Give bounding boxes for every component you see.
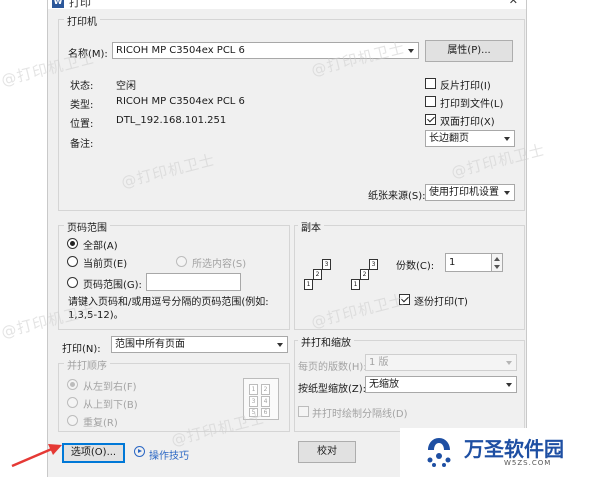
type-label: 类型: bbox=[70, 100, 94, 111]
play-circle-icon[interactable] bbox=[134, 446, 145, 457]
title-bar: W 打印 ✕ bbox=[48, 0, 526, 9]
page-range-hint: 请键入页码和/或用逗号分隔的页码范围(例如: 1,3,5-12)。 bbox=[68, 297, 269, 321]
copies-count-input[interactable]: 1 bbox=[445, 253, 492, 272]
collate-label[interactable]: 逐份打印(T) bbox=[414, 293, 468, 308]
printer-name-select[interactable]: RICOH MP C3504ex PCL 6 bbox=[112, 42, 419, 59]
spin-up-icon[interactable] bbox=[494, 257, 500, 261]
zoom-group-title: 并打和缩放 bbox=[298, 334, 354, 349]
chevron-down-icon bbox=[504, 191, 510, 195]
range-all-label[interactable]: 全部(A) bbox=[83, 237, 118, 252]
duplex-mode-select[interactable]: 长边翻页 bbox=[425, 130, 515, 147]
chevron-down-icon bbox=[506, 383, 512, 387]
window-title: 打印 bbox=[69, 0, 91, 9]
properties-button[interactable]: 属性(P)... bbox=[425, 40, 513, 62]
status-value: 空闲 bbox=[116, 81, 136, 92]
reverse-print-label[interactable]: 反片打印(I) bbox=[440, 77, 491, 92]
wps-app-icon: W bbox=[52, 0, 64, 8]
collate-checkbox[interactable] bbox=[399, 294, 410, 305]
range-pages-label[interactable]: 页码范围(G): bbox=[83, 276, 142, 291]
scale-select[interactable]: 无缩放 bbox=[365, 376, 517, 393]
print-what-select[interactable]: 范围中所有页面 bbox=[111, 336, 288, 353]
range-selection-radio bbox=[176, 256, 187, 267]
pointer-arrow-icon bbox=[11, 444, 62, 468]
comment-label: 备注: bbox=[70, 139, 94, 150]
grid-page-icon: 1 bbox=[249, 384, 258, 395]
page-range-group-title: 页码范围 bbox=[64, 219, 110, 234]
page-icon: 2 bbox=[360, 269, 369, 280]
page-icon: 3 bbox=[369, 259, 378, 270]
copies-group-title: 副本 bbox=[298, 219, 324, 234]
print-to-file-label[interactable]: 打印到文件(L) bbox=[440, 95, 503, 110]
location-label: 位置: bbox=[70, 119, 94, 130]
order-repeat-label: 重复(R) bbox=[83, 418, 118, 429]
print-what-label: 打印(N): bbox=[62, 344, 101, 355]
range-pages-radio[interactable] bbox=[67, 277, 78, 288]
order-grid-preview: 1 2 3 4 5 6 bbox=[243, 378, 279, 420]
grid-page-icon: 3 bbox=[249, 396, 258, 407]
range-selection-label: 所选内容(S) bbox=[192, 259, 247, 270]
print-to-file-checkbox[interactable] bbox=[425, 96, 436, 107]
status-label: 状态: bbox=[70, 81, 94, 92]
order-top-bottom-label: 从上到下(B) bbox=[83, 400, 138, 411]
chevron-down-icon bbox=[506, 361, 512, 365]
scale-label: 按纸型缩放(Z): bbox=[298, 384, 367, 395]
printer-name-value: RICOH MP C3504ex PCL 6 bbox=[116, 45, 245, 56]
duplex-checkbox[interactable] bbox=[425, 114, 436, 125]
duplex-label[interactable]: 双面打印(X) bbox=[440, 113, 495, 128]
range-current-radio[interactable] bbox=[67, 256, 78, 267]
order-repeat-radio bbox=[67, 415, 78, 426]
copies-count-label: 份数(C): bbox=[396, 261, 435, 272]
close-icon[interactable]: ✕ bbox=[509, 0, 518, 7]
location-value: DTL_192.168.101.251 bbox=[116, 115, 227, 126]
paper-source-select[interactable]: 使用打印机设置 bbox=[425, 184, 515, 201]
grid-page-icon: 4 bbox=[261, 396, 270, 407]
paper-source-value: 使用打印机设置 bbox=[429, 187, 499, 198]
page-icon: 3 bbox=[322, 259, 331, 270]
print-what-value: 范围中所有页面 bbox=[115, 339, 185, 350]
order-top-bottom-radio bbox=[67, 397, 78, 408]
grid-page-icon: 5 bbox=[249, 408, 258, 417]
options-button[interactable]: 选项(O)... bbox=[62, 443, 125, 463]
copies-group bbox=[294, 225, 525, 330]
page-icon: 1 bbox=[351, 279, 360, 290]
duplex-mode-value: 长边翻页 bbox=[429, 133, 469, 144]
scale-value: 无缩放 bbox=[369, 379, 399, 390]
tips-link[interactable]: 操作技巧 bbox=[149, 447, 189, 462]
draw-borders-label: 并打时绘制分隔线(D) bbox=[312, 409, 408, 420]
draw-borders-checkbox bbox=[298, 406, 309, 417]
chevron-down-icon bbox=[408, 49, 414, 53]
logo-name: 万圣软件园 bbox=[464, 437, 564, 461]
printer-group-title: 打印机 bbox=[64, 13, 100, 28]
page-icon: 1 bbox=[304, 279, 313, 290]
order-left-right-label: 从左到右(F) bbox=[83, 382, 137, 393]
reverse-print-checkbox[interactable] bbox=[425, 78, 436, 89]
pages-per-sheet-value: 1 版 bbox=[369, 357, 389, 368]
play-triangle-icon bbox=[138, 449, 142, 453]
grid-page-icon: 2 bbox=[261, 384, 270, 395]
pages-per-sheet-select: 1 版 bbox=[365, 354, 517, 371]
page-range-input[interactable] bbox=[146, 273, 241, 291]
copies-count-value: 1 bbox=[449, 257, 456, 268]
printer-name-label: 名称(M): bbox=[68, 49, 108, 60]
chevron-down-icon bbox=[504, 137, 510, 141]
site-logo: 万圣软件园 W5ZS.COM bbox=[400, 428, 600, 477]
page-icon: 2 bbox=[313, 269, 322, 280]
print-dialog: W 打印 ✕ 打印机 名称(M): RICOH MP C3504ex PCL 6… bbox=[47, 0, 527, 477]
order-left-right-radio bbox=[67, 379, 78, 390]
copies-spinner[interactable] bbox=[492, 253, 503, 272]
paper-source-label: 纸张来源(S): bbox=[368, 191, 426, 202]
chevron-down-icon bbox=[277, 343, 283, 347]
range-all-radio[interactable] bbox=[67, 238, 78, 249]
print-order-group-title: 并打顺序 bbox=[64, 357, 110, 372]
type-value: RICOH MP C3504ex PCL 6 bbox=[116, 96, 245, 107]
ok-button[interactable]: 校对 bbox=[298, 441, 356, 463]
range-current-label[interactable]: 当前页(E) bbox=[83, 255, 127, 270]
logo-mark-icon bbox=[427, 438, 451, 467]
logo-domain: W5ZS.COM bbox=[504, 459, 552, 467]
grid-page-icon: 6 bbox=[261, 408, 270, 417]
spin-down-icon[interactable] bbox=[494, 265, 500, 269]
pages-per-sheet-label: 每页的版数(H): bbox=[298, 362, 367, 373]
